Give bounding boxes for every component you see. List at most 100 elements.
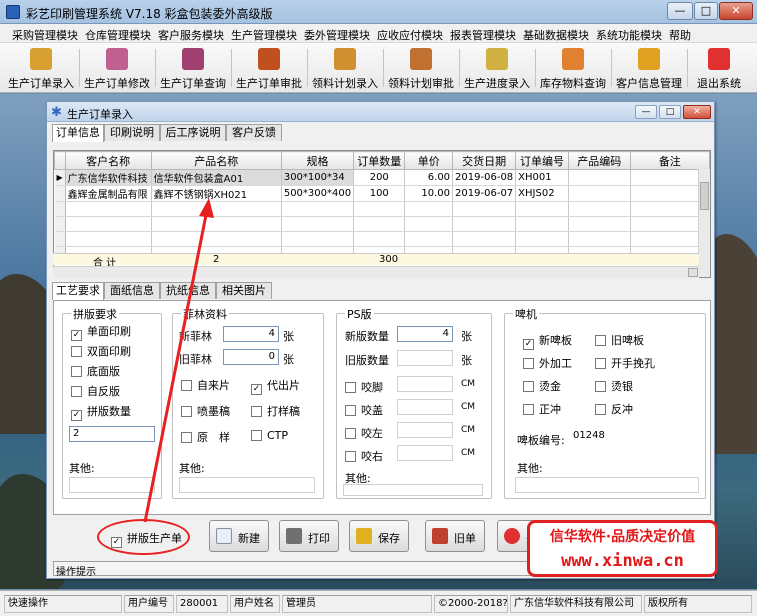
table-cell[interactable]: 广东信华软件科技 [65,169,152,186]
tab-post-process[interactable]: 后工序说明 [160,124,226,141]
table-row[interactable]: 鑫辉金属制品有限 鑫辉不锈钢锅XH021 500*300*400 100 10.00 20… [54,185,711,202]
table-cell[interactable]: 300*100*34 [281,169,355,186]
table-cell[interactable]: 2019-06-08 [452,169,517,186]
checkbox-double-side[interactable]: 双面印刷 [71,343,131,359]
maximize-button[interactable]: □ [694,2,718,20]
checkbox-box[interactable] [251,406,262,417]
old-plate-input[interactable] [397,350,453,366]
die-number-value[interactable]: 01248 [573,430,605,441]
toolbar-button-3[interactable]: 生产订单查询 [156,46,230,90]
old-order-button[interactable]: 旧单 [425,520,485,552]
save-button[interactable]: 保存 [349,520,409,552]
table-cell[interactable]: 6.00 [404,169,454,186]
table-cell[interactable] [151,231,282,247]
menu-item[interactable]: 仓库管理模块 [85,27,151,43]
menu-item[interactable]: 生产管理模块 [231,27,297,43]
checkbox-inkjet-proof[interactable]: 喷墨稿 [181,403,230,419]
table-cell[interactable] [568,201,631,217]
column-header[interactable]: 交货日期 [452,151,517,170]
print-button[interactable]: 打印 [279,520,339,552]
table-cell[interactable] [568,169,631,186]
table-row[interactable] [54,231,711,247]
toolbar-button-4[interactable]: 生产订单审批 [232,46,306,90]
new-button[interactable]: 新建 [209,520,269,552]
table-cell[interactable]: XH001 [515,169,569,186]
table-cell[interactable] [404,201,454,217]
checkbox-box[interactable] [71,346,82,357]
checkbox-ctp[interactable]: CTP [251,429,288,442]
column-header[interactable]: 单价 [404,151,454,170]
checkbox-handle-hole[interactable]: 开手挽孔 [595,355,655,371]
checkbox-box[interactable] [595,381,606,392]
table-cell[interactable] [452,216,517,232]
tab-print-notes[interactable]: 印刷说明 [104,124,160,141]
film-other-input[interactable] [179,477,315,493]
checkbox-box[interactable] [345,451,356,462]
table-cell[interactable] [281,216,355,232]
imposition-other-input[interactable] [69,477,155,493]
table-cell[interactable] [65,231,152,247]
menu-item-help[interactable]: 帮助 [669,27,691,43]
column-header[interactable]: 产品编码 [567,151,631,170]
table-cell[interactable] [353,231,406,247]
scroll-right-arrow-icon[interactable] [688,268,698,277]
checkbox-bite-cover[interactable]: 咬盖 [345,402,383,418]
column-header[interactable]: 规格 [280,151,355,170]
child-close-button[interactable]: ✕ [683,105,711,119]
checkbox-box[interactable] [345,405,356,416]
table-cell[interactable] [281,231,355,247]
new-film-input[interactable]: 4 [223,326,279,342]
table-cell[interactable]: 鑫辉金属制品有限 [65,185,152,202]
child-maximize-button[interactable]: □ [659,105,681,119]
table-cell[interactable] [404,216,454,232]
checkbox-sample-proof[interactable]: 打样稿 [251,403,300,419]
checkbox-box[interactable] [595,404,606,415]
table-cell[interactable] [515,201,569,217]
table-cell[interactable] [151,201,282,217]
table-row[interactable] [54,216,711,232]
toolbar-button-2[interactable]: 生产订单修改 [80,46,154,90]
table-cell[interactable] [65,216,152,232]
checkbox-forward-punch[interactable]: 正冲 [523,401,561,417]
toolbar-button-10[interactable]: 退出系统 [688,46,750,90]
menu-item[interactable]: 委外管理模块 [304,27,370,43]
bite-right-input[interactable] [397,445,453,461]
table-cell[interactable] [515,216,569,232]
grid-horizontal-scrollbar[interactable] [53,266,699,278]
tab-liner-paper[interactable]: 抗纸信息 [160,282,216,299]
table-cell[interactable]: 信华软件包装盒A01 [151,169,282,186]
column-header[interactable]: 备注 [629,151,711,170]
toolbar-button-8[interactable]: 库存物料查询 [536,46,610,90]
column-header[interactable]: 客户名称 [64,151,152,170]
column-header[interactable]: 订单数量 [353,151,406,170]
toolbar-button-1[interactable]: 生产订单录入 [4,46,78,90]
table-cell[interactable]: XHJS02 [515,185,569,202]
checkbox-silver-stamping[interactable]: 烫银 [595,378,633,394]
checkbox-box[interactable] [345,382,356,393]
table-cell[interactable] [452,231,517,247]
table-cell[interactable] [568,185,631,202]
checkbox-box[interactable]: ✓ [251,384,262,395]
table-cell[interactable]: 10.00 [404,185,454,202]
new-plate-input[interactable]: 4 [397,326,453,342]
tab-process-requirements[interactable]: 工艺要求 [52,282,104,300]
checkbox-box[interactable] [181,432,192,443]
toolbar-button-7[interactable]: 生产进度录入 [460,46,534,90]
checkbox-box[interactable] [181,380,192,391]
checkbox-box[interactable] [71,366,82,377]
bite-foot-input[interactable] [397,376,453,392]
checkbox-own-film[interactable]: 自来片 [181,377,230,393]
checkbox-single-side[interactable]: ✓ 单面印刷 [71,323,131,341]
checkbox-box[interactable] [523,358,534,369]
checkbox-bite-right[interactable]: 咬右 [345,448,383,464]
bite-left-input[interactable] [397,422,453,438]
die-other-input[interactable] [515,477,699,493]
checkbox-box[interactable] [345,428,356,439]
checkbox-box[interactable] [181,406,192,417]
table-row[interactable] [54,201,711,217]
checkbox-box[interactable] [523,381,534,392]
menu-item[interactable]: 应收应付模块 [377,27,443,43]
tab-order-info[interactable]: 订单信息 [52,124,104,142]
table-row[interactable]: ▶ 广东信华软件科技 信华软件包装盒A01 300*100*34 200 6.00 2019… [54,169,711,186]
checkbox-bite-left[interactable]: 咬左 [345,425,383,441]
